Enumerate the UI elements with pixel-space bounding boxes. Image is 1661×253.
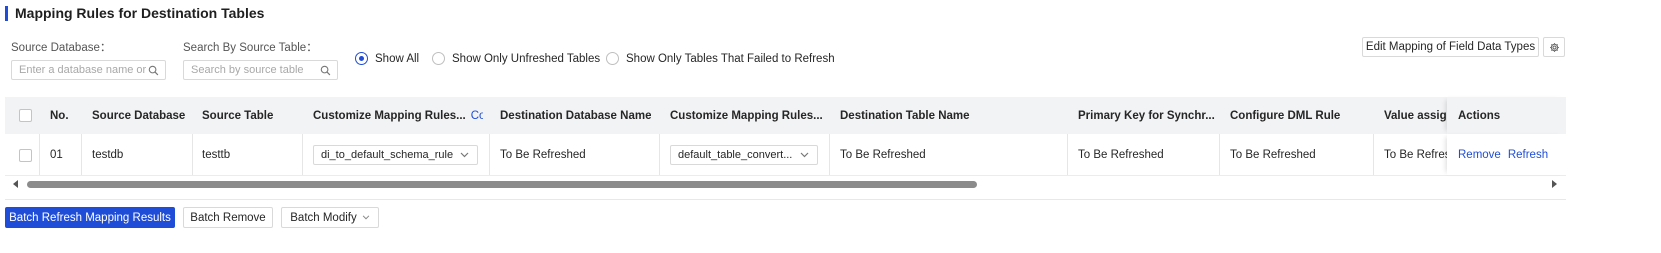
search-icon[interactable]	[148, 65, 159, 76]
gear-icon	[1549, 42, 1559, 52]
source-table-label: Search By Source Table：	[183, 42, 318, 54]
chevron-down-icon	[800, 152, 809, 158]
col-header-customize-table-label: Customize Mapping Rules...	[670, 109, 823, 122]
edit-field-type-mapping-button[interactable]: Edit Mapping of Field Data Types	[1362, 37, 1539, 57]
table-header: No. Source Database Source Table Customi…	[5, 97, 1566, 134]
batch-remove-button[interactable]: Batch Remove	[183, 207, 273, 228]
col-header-source-database: Source Database	[92, 109, 186, 122]
schema-rule-value: di_to_default_schema_rule	[321, 149, 454, 161]
row-checkbox[interactable]	[19, 148, 32, 162]
column-divider	[1373, 134, 1374, 175]
actions-header-cell: Actions	[1447, 97, 1566, 134]
schema-rule-select[interactable]: di_to_default_schema_rule	[313, 145, 478, 165]
cell-dml-rule: To Be Refreshed	[1230, 149, 1316, 161]
section-title-accent	[5, 6, 8, 21]
col-header-value-assign: Value assign	[1384, 109, 1447, 122]
chevron-down-icon	[362, 215, 370, 220]
radio-selected-icon	[355, 52, 368, 65]
table-rule-value: default_table_convert...	[678, 149, 793, 161]
col-header-destination-table: Destination Table Name	[840, 109, 970, 122]
column-divider	[39, 134, 40, 175]
cell-no: 01	[50, 149, 63, 161]
column-divider	[81, 134, 82, 175]
column-divider	[489, 134, 490, 175]
col-header-no: No.	[50, 109, 69, 122]
row-actions: Remove Refresh	[1458, 134, 1548, 176]
settings-button[interactable]	[1543, 37, 1565, 57]
radio-icon	[432, 52, 445, 65]
radio-show-all[interactable]: Show All	[355, 52, 419, 65]
cell-primary-key: To Be Refreshed	[1078, 149, 1164, 161]
col-header-destination-database: Destination Database Name	[500, 109, 652, 122]
col-header-actions: Actions	[1458, 109, 1501, 122]
source-table-input[interactable]	[191, 64, 320, 76]
batch-refresh-button[interactable]: Batch Refresh Mapping Results	[5, 207, 175, 228]
col-header-source-table: Source Table	[202, 109, 274, 122]
radio-show-failed[interactable]: Show Only Tables That Failed to Refresh	[606, 52, 835, 65]
actions-cell: Remove Refresh	[1447, 134, 1566, 175]
source-database-input[interactable]	[19, 64, 148, 76]
configure-schema-link[interactable]: Conf	[471, 110, 483, 122]
cell-destination-table: To Be Refreshed	[840, 149, 926, 161]
cell-source-database: testdb	[92, 149, 124, 161]
cell-value-assign: To Be Refresh	[1384, 149, 1447, 161]
col-header-customize-schema-label: Customize Mapping Rules...	[313, 109, 466, 122]
column-divider	[302, 134, 303, 175]
row-select-cell[interactable]	[19, 134, 32, 176]
radio-show-unfreshed[interactable]: Show Only Unfreshed Tables	[432, 52, 600, 65]
divider	[5, 199, 1566, 200]
column-divider	[1067, 134, 1068, 175]
table-rule-cell: default_table_convert...	[670, 134, 818, 176]
refresh-link[interactable]: Refresh	[1508, 149, 1548, 161]
table-rule-select[interactable]: default_table_convert...	[670, 145, 818, 165]
column-divider	[829, 134, 830, 175]
source-table-input-wrapper[interactable]	[183, 60, 338, 80]
select-all-checkbox[interactable]	[19, 109, 32, 122]
col-header-primary-key: Primary Key for Synchr...	[1078, 109, 1215, 122]
source-database-label: Source Database：	[11, 42, 112, 54]
column-divider	[192, 134, 193, 175]
cell-destination-database: To Be Refreshed	[500, 149, 586, 161]
col-header-customize-schema: Customize Mapping Rules... Conf	[313, 97, 483, 134]
scroll-right-arrow-icon[interactable]	[1552, 180, 1557, 188]
section-title: Mapping Rules for Destination Tables	[15, 5, 265, 21]
batch-modify-button[interactable]: Batch Modify	[281, 207, 379, 228]
remove-link[interactable]: Remove	[1458, 149, 1501, 161]
horizontal-scrollbar[interactable]	[5, 177, 1566, 191]
col-header-dml-rule: Configure DML Rule	[1230, 109, 1341, 122]
radio-label: Show Only Tables That Failed to Refresh	[626, 52, 835, 65]
cell-source-table: testtb	[202, 149, 231, 161]
schema-rule-cell: di_to_default_schema_rule	[313, 134, 478, 176]
source-database-input-wrapper[interactable]	[11, 60, 166, 80]
table-row: 01 testdb testtb di_to_default_schema_ru…	[5, 134, 1566, 176]
scroll-left-arrow-icon[interactable]	[13, 180, 18, 188]
column-divider	[1219, 134, 1220, 175]
radio-icon	[606, 52, 619, 65]
batch-modify-label: Batch Modify	[290, 211, 357, 224]
scrollbar-thumb[interactable]	[27, 181, 977, 188]
select-all-cell[interactable]	[19, 97, 32, 134]
search-icon[interactable]	[320, 65, 331, 76]
chevron-down-icon	[460, 152, 469, 158]
column-divider	[659, 134, 660, 175]
col-header-customize-table: Customize Mapping Rules... E	[670, 97, 825, 134]
radio-label: Show Only Unfreshed Tables	[452, 52, 601, 65]
radio-label: Show All	[375, 52, 420, 65]
